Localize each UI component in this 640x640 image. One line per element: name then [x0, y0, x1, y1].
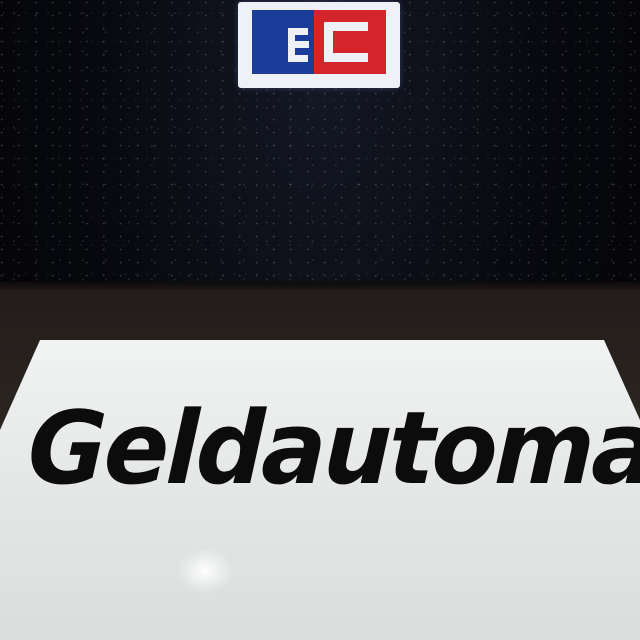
- ec-logo: [238, 2, 400, 88]
- ec-logo-e-glyph: [287, 28, 309, 62]
- sign-text: Geldautomat: [26, 389, 640, 508]
- photo-scene: Geldautomat: [0, 0, 640, 640]
- ec-logo-mark: [252, 10, 386, 74]
- ec-logo-c-glyph: [323, 22, 368, 62]
- ec-logo-blue-block: [252, 10, 314, 74]
- ec-logo-red-block: [313, 10, 386, 74]
